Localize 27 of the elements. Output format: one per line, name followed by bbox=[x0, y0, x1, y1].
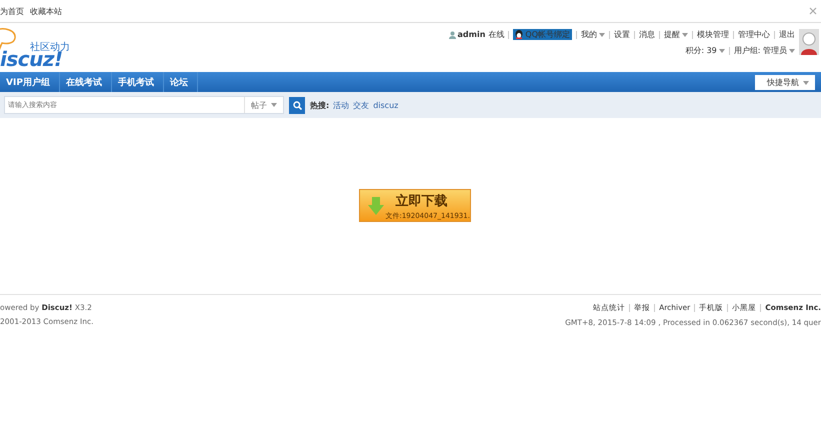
username-link[interactable]: admin bbox=[458, 30, 486, 39]
user-menu-link[interactable]: 退出 bbox=[779, 29, 795, 40]
hot-search-link[interactable]: 活动 bbox=[333, 100, 350, 110]
online-status: 在线 bbox=[488, 29, 504, 40]
user-stat-link[interactable]: 积分: 39 bbox=[685, 45, 725, 56]
penguin-icon bbox=[515, 30, 524, 39]
user-menu-link[interactable]: 设置 bbox=[614, 29, 630, 40]
quick-nav-button[interactable]: 快捷导航 bbox=[755, 75, 815, 90]
search-button[interactable] bbox=[289, 96, 305, 114]
hot-search-label: 热搜: bbox=[310, 100, 330, 110]
caret-icon bbox=[271, 103, 277, 107]
user-menu-link[interactable]: 消息 bbox=[639, 29, 655, 40]
search-type-select[interactable]: 帖子 bbox=[244, 97, 283, 113]
user-icon bbox=[448, 30, 456, 38]
down-arrow-icon bbox=[368, 196, 384, 214]
user-stat-link[interactable]: 用户组: 管理员 bbox=[734, 45, 795, 56]
user-menu-link[interactable]: 管理中心 bbox=[738, 29, 770, 40]
caret-icon bbox=[803, 80, 809, 84]
hot-search-link[interactable]: 交友 bbox=[353, 100, 370, 110]
top-link[interactable]: 为首页 bbox=[0, 6, 24, 16]
user-menu-link[interactable]: 我的 bbox=[581, 29, 605, 40]
top-link[interactable]: 收藏本站 bbox=[30, 6, 62, 16]
search-icon bbox=[292, 100, 302, 110]
user-menu-link[interactable]: 提醒 bbox=[664, 29, 688, 40]
avatar[interactable] bbox=[799, 29, 819, 55]
user-menu-link[interactable]: 模块管理 bbox=[697, 29, 729, 40]
hot-search-link[interactable]: discuz bbox=[373, 100, 398, 110]
